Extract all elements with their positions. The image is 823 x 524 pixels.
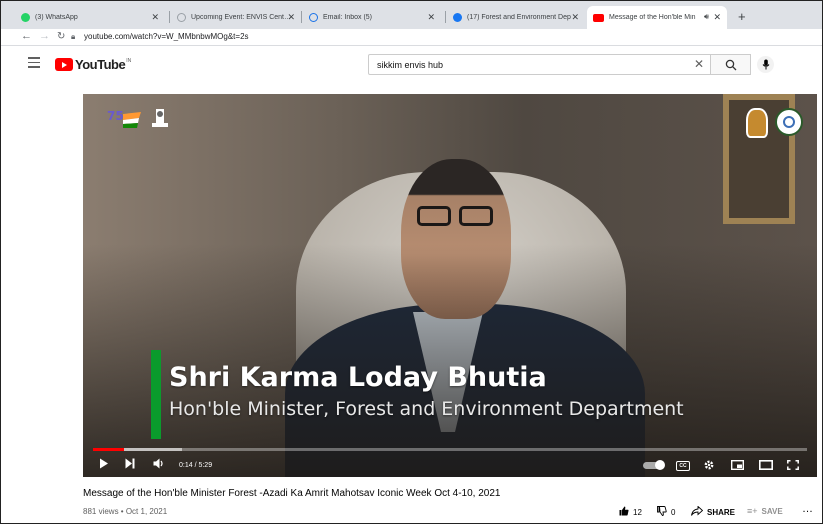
tab-separator xyxy=(169,11,170,23)
more-actions-icon[interactable]: … xyxy=(802,503,813,515)
search-input[interactable]: sikkim envis hub ✕ xyxy=(368,54,711,75)
lower-third-role: Hon'ble Minister, Forest and Environment… xyxy=(169,398,684,420)
thumbs-up-icon xyxy=(619,506,629,519)
miniplayer-button[interactable] xyxy=(731,460,744,470)
email-icon xyxy=(309,13,318,22)
seek-bar-played xyxy=(93,448,124,451)
subtitles-button[interactable]: CC xyxy=(676,461,690,471)
next-icon xyxy=(125,458,135,469)
lower-third-name: Shri Karma Loday Bhutia xyxy=(169,362,547,393)
video-shade xyxy=(83,244,817,477)
sikkim-emblem-icon xyxy=(746,108,768,138)
whatsapp-icon xyxy=(21,13,30,22)
event-icon xyxy=(177,13,186,22)
autoplay-toggle[interactable] xyxy=(643,460,665,470)
voice-search-button[interactable] xyxy=(757,56,774,73)
theater-icon xyxy=(759,460,773,470)
fullscreen-button[interactable] xyxy=(787,460,799,470)
video-title: Message of the Hon'ble Minister Forest -… xyxy=(83,488,501,499)
azadi-ka-amrit-mahotsav-logo-icon: 75 xyxy=(107,109,141,128)
close-tab-icon[interactable]: ✕ xyxy=(287,12,295,23)
tab-youtube-active[interactable]: Message of the Hon'ble Min 🔊︎ ✕ xyxy=(587,6,727,29)
youtube-logo[interactable]: YouTube IN xyxy=(55,57,131,72)
gear-icon xyxy=(704,460,714,470)
next-button[interactable] xyxy=(125,458,135,469)
video-player[interactable]: 75 Shri Karma Loday Bhutia Hon'ble Minis… xyxy=(83,94,817,477)
speaker-glasses xyxy=(417,206,497,228)
tab-strip: (3) WhatsApp ✕ Upcoming Event: ENVIS Cen… xyxy=(1,1,822,29)
close-tab-icon[interactable]: ✕ xyxy=(713,12,721,23)
tab-separator xyxy=(301,11,302,23)
time-display: 0:14 / 5:29 xyxy=(179,462,213,469)
player-controls: 0:14 / 5:29 CC xyxy=(83,454,817,477)
address-bar-row: ← → ↻ 🔒︎ youtube.com/watch?v=W_MMbnbwMOg… xyxy=(1,29,822,46)
back-icon[interactable]: ← xyxy=(21,30,32,42)
speaker-icon[interactable]: 🔊︎ xyxy=(704,12,709,22)
tab-whatsapp[interactable]: (3) WhatsApp ✕ xyxy=(15,6,165,29)
department-seal-icon xyxy=(775,108,803,136)
search-query: sikkim envis hub xyxy=(377,60,444,70)
volume-icon xyxy=(153,458,163,469)
save-button[interactable]: ≡+ SAVE xyxy=(747,506,783,516)
thumbs-down-icon xyxy=(657,506,667,519)
close-tab-icon[interactable]: ✕ xyxy=(427,12,435,23)
forward-icon[interactable]: → xyxy=(39,30,50,42)
fullscreen-icon xyxy=(787,460,799,470)
youtube-play-logo-icon xyxy=(55,58,73,71)
tab-email[interactable]: Email: Inbox (5) ✕ xyxy=(303,6,441,29)
new-tab-button[interactable]: + xyxy=(738,9,746,24)
browser-window: (3) WhatsApp ✕ Upcoming Event: ENVIS Cen… xyxy=(0,0,823,524)
like-button[interactable]: 12 xyxy=(619,506,642,519)
theater-mode-button[interactable] xyxy=(759,460,773,470)
menu-icon[interactable] xyxy=(28,57,40,71)
reload-icon[interactable]: ↻ xyxy=(57,31,65,42)
lock-icon: 🔒︎ xyxy=(71,32,76,41)
tab-facebook[interactable]: (17) Forest and Environment Dep ✕ xyxy=(447,6,585,29)
play-icon xyxy=(100,458,108,469)
microphone-icon xyxy=(762,59,769,70)
share-icon xyxy=(691,505,704,519)
play-button[interactable] xyxy=(99,458,109,469)
lower-third-accent-bar xyxy=(151,350,161,439)
national-emblem-icon xyxy=(152,109,168,127)
volume-button[interactable] xyxy=(153,458,165,469)
close-tab-icon[interactable]: ✕ xyxy=(571,12,579,23)
video-meta: 881 views • Oct 1, 2021 xyxy=(83,507,168,516)
clear-search-icon[interactable]: ✕ xyxy=(694,57,704,71)
playlist-add-icon: ≡+ xyxy=(747,506,758,516)
share-button[interactable]: SHARE xyxy=(691,505,735,519)
search-button[interactable] xyxy=(711,54,751,75)
youtube-icon xyxy=(593,13,604,22)
svg-text:75: 75 xyxy=(107,109,124,123)
seek-bar[interactable] xyxy=(93,448,807,451)
facebook-icon xyxy=(453,13,462,22)
youtube-masthead: YouTube IN sikkim envis hub ✕ xyxy=(1,46,822,82)
url-field[interactable]: youtube.com/watch?v=W_MMbnbwMOg&t=2s xyxy=(84,32,249,41)
settings-button[interactable] xyxy=(703,459,715,471)
tab-separator xyxy=(445,11,446,23)
search-icon xyxy=(725,59,736,70)
close-tab-icon[interactable]: ✕ xyxy=(151,12,159,23)
miniplayer-icon xyxy=(731,460,744,470)
tab-upcoming-event[interactable]: Upcoming Event: ENVIS Centre, : ✕ xyxy=(171,6,301,29)
dislike-button[interactable]: 0 xyxy=(657,506,675,519)
